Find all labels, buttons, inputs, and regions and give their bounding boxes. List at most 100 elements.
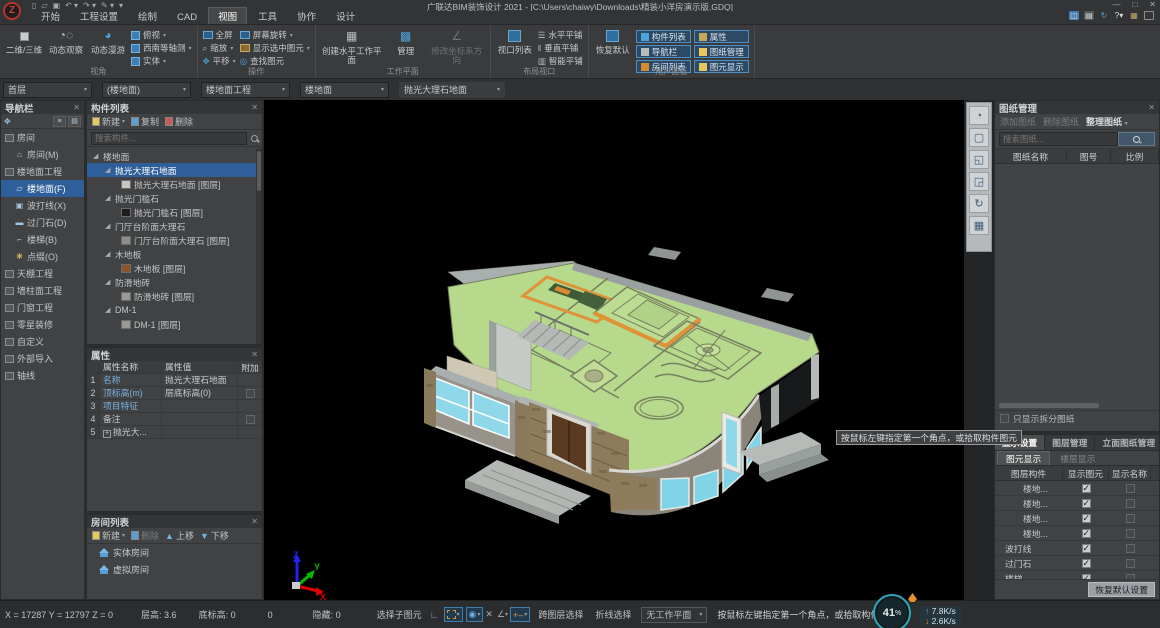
show-checkbox[interactable]	[1082, 499, 1091, 508]
orbit-icon[interactable]: ◔	[969, 106, 989, 125]
drawing-table-body[interactable]	[995, 164, 1159, 410]
menu-project-settings[interactable]: 工程设置	[71, 8, 127, 24]
property-row[interactable]: 3项目特征	[87, 400, 262, 413]
tree-node[interactable]: ◢DM-1	[87, 303, 256, 317]
nav-group-custom[interactable]: 自定义	[1, 333, 84, 350]
close-icon[interactable]: ✕	[251, 350, 258, 359]
nav-item-stairs[interactable]: ⌐楼梯(B)	[1, 231, 84, 248]
tree-list-icon[interactable]: ≡	[53, 116, 66, 127]
delete-drawing-button[interactable]: 删除图纸	[1043, 115, 1079, 128]
tree-leaf[interactable]: DM-1 [图层]	[87, 317, 256, 331]
menu-view[interactable]: 视图	[208, 7, 247, 24]
name-checkbox[interactable]	[1126, 559, 1135, 568]
close-icon[interactable]: ✕	[1148, 103, 1155, 112]
close-icon[interactable]: ✕	[251, 517, 258, 526]
move-down-button[interactable]: ▼下移	[200, 529, 229, 542]
restore-button[interactable]: □	[1132, 0, 1137, 9]
menu-start[interactable]: 开始	[32, 8, 69, 24]
user-account-icon[interactable]: ◫	[1069, 11, 1079, 20]
name-checkbox[interactable]	[1126, 529, 1135, 538]
fullscreen-button[interactable]: 全屏	[203, 29, 236, 41]
toggle-navigator[interactable]: 导航栏	[636, 45, 691, 58]
show-checkbox[interactable]	[1082, 559, 1091, 568]
nav-group-misc[interactable]: 零星装修	[1, 316, 84, 333]
show-checkbox[interactable]	[1082, 544, 1091, 553]
nav-group-floor-works[interactable]: 楼地面工程	[1, 163, 84, 180]
copy-component-button[interactable]: 复制	[131, 115, 159, 128]
layer-row[interactable]: 波打线	[995, 541, 1159, 556]
selection-box-toggle[interactable]: ▾	[444, 607, 463, 622]
tree-node[interactable]: ◢防滑地砖	[87, 275, 256, 289]
nav-group-room[interactable]: 房间	[1, 129, 84, 146]
dynamic-walkthrough-button[interactable]: ◕动态漫游	[89, 28, 127, 67]
component-selector[interactable]: 抛光大理石地面▾	[399, 82, 505, 98]
nav-item-room-m[interactable]: ⌂房间(M)	[1, 146, 84, 163]
tree-node[interactable]: ◢抛光门槛石	[87, 191, 256, 205]
cross-layer-select-toggle[interactable]: 跨图层选择	[538, 608, 583, 621]
sw-isometric-button[interactable]: 西南等轴测▾	[131, 42, 192, 54]
gift-icon[interactable]: ▦	[1129, 11, 1139, 20]
property-row[interactable]: 4备注	[87, 413, 262, 426]
close-button[interactable]: ✕	[1149, 0, 1156, 9]
angle-snap-icon[interactable]: ∠ ▾	[495, 607, 510, 622]
restore-default-button[interactable]: 恢复默认	[594, 28, 632, 67]
flat-view-icon[interactable]: ▢	[969, 128, 989, 147]
property-row[interactable]: 5+抛光大...	[87, 426, 262, 439]
tree-node[interactable]: ◢木地板	[87, 247, 256, 261]
select-subelement-toggle[interactable]: 选择子图元	[377, 608, 422, 621]
tree-leaf[interactable]: 门厅台阶面大理石 [图层]	[87, 233, 256, 247]
horizontal-tile-button[interactable]: ☰水平平铺	[538, 29, 583, 41]
new-component-button[interactable]: 新建▾	[92, 115, 125, 128]
workplane-manage-button[interactable]: ▩管理	[387, 29, 425, 67]
name-checkbox[interactable]	[1126, 544, 1135, 553]
new-room-button[interactable]: 新建▾	[92, 529, 125, 542]
drawing-search-button[interactable]	[1118, 132, 1155, 146]
rotate-view-icon[interactable]: ↻	[969, 194, 989, 213]
show-selected-button[interactable]: 显示选中图元▾	[240, 42, 310, 54]
drawing-search-input[interactable]	[999, 132, 1118, 146]
zoom-button[interactable]: ⌕缩放▾	[203, 42, 236, 54]
message-icon[interactable]: ▤	[1084, 11, 1094, 20]
panel-layout-icon[interactable]: ▤	[68, 116, 81, 127]
viewport-list-button[interactable]: 视口列表	[496, 28, 534, 67]
show-checkbox[interactable]	[1082, 529, 1091, 538]
name-checkbox[interactable]	[1126, 484, 1135, 493]
property-row[interactable]: 1名称抛光大理石地面	[87, 374, 262, 387]
show-checkbox[interactable]	[1082, 514, 1091, 523]
tree-leaf[interactable]: 木地板 [图层]	[87, 261, 256, 275]
name-checkbox[interactable]	[1126, 499, 1135, 508]
workplane-selector[interactable]: 无工作平面▾	[641, 607, 707, 623]
grid-list-icon[interactable]: ▦	[969, 216, 989, 235]
layer-row[interactable]: 楼地...	[995, 496, 1159, 511]
add-drawing-button[interactable]: 添加图纸	[1000, 115, 1036, 128]
3d-viewport[interactable]: Z Y X	[264, 100, 964, 600]
layer-row[interactable]: 楼地...	[995, 526, 1159, 541]
tab-layer-manager[interactable]: 图层管理	[1045, 435, 1095, 450]
tree-leaf[interactable]: 防滑地砖 [图层]	[87, 289, 256, 303]
toggle-properties[interactable]: 属性	[694, 30, 749, 43]
toggle-component-list[interactable]: 构件列表	[636, 30, 691, 43]
create-horizontal-workplane-button[interactable]: ▦创建水平工作平面	[321, 29, 383, 67]
layer-row[interactable]: 楼地...	[995, 481, 1159, 496]
element-type-selector[interactable]: 楼地面▾	[300, 82, 389, 98]
delete-room-button[interactable]: 删除	[131, 529, 159, 542]
tracking-toggle[interactable]: +‒▾	[510, 607, 530, 622]
property-row[interactable]: 2顶标高(m)层底标高(0)	[87, 387, 262, 400]
cube-view-icon[interactable]: ◱	[969, 150, 989, 169]
top-view-button[interactable]: 俯视▾	[131, 29, 192, 41]
close-icon[interactable]: ✕	[251, 103, 258, 112]
layer-row[interactable]: 过门石	[995, 556, 1159, 571]
off-icon[interactable]: ✕	[483, 607, 495, 622]
feedback-icon[interactable]	[1144, 11, 1154, 20]
tree-leaf[interactable]: 抛光大理石地面 [图层]	[87, 177, 256, 191]
category-selector[interactable]: (楼地面)▾	[102, 82, 191, 98]
name-checkbox[interactable]	[1126, 514, 1135, 523]
checkbox[interactable]	[246, 389, 255, 398]
help-icon[interactable]: ?▾	[1114, 11, 1124, 20]
screen-rotate-button[interactable]: 屏幕旋转▾	[240, 29, 310, 41]
scrollbar[interactable]	[999, 403, 1099, 408]
modify-ucs-button[interactable]: ∠修改坐标系方向	[429, 29, 485, 67]
nav-group-ceiling[interactable]: 天棚工程	[1, 265, 84, 282]
split-drawing-checkbox[interactable]	[1000, 414, 1009, 423]
nav-item-accent[interactable]: ✱点缀(O)	[1, 248, 84, 265]
